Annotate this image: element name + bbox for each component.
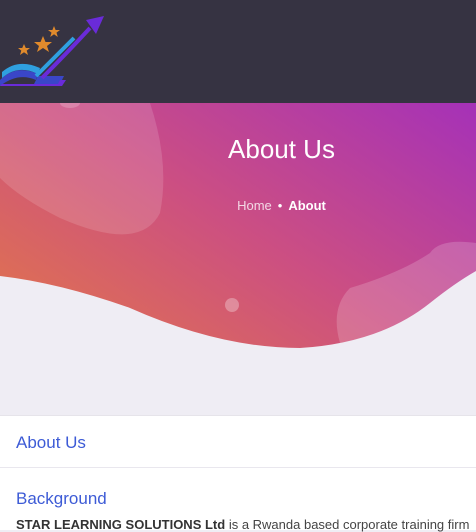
page-title: About Us <box>228 134 335 164</box>
about-section-title: About Us <box>16 433 86 452</box>
background-heading: Background <box>16 489 107 508</box>
top-navbar <box>0 0 476 103</box>
breadcrumb: Home • About <box>0 198 476 213</box>
background-text: is a Rwanda based corporate training fir… <box>225 517 470 532</box>
background-paragraph: STAR LEARNING SOLUTIONS Ltd is a Rwanda … <box>16 517 476 532</box>
section-divider <box>0 467 476 468</box>
company-name: STAR LEARNING SOLUTIONS Ltd <box>16 517 226 532</box>
breadcrumb-current: About <box>288 198 326 213</box>
breadcrumb-separator: • <box>277 198 283 213</box>
page-hero-banner: About Us Home • About <box>0 103 476 415</box>
breadcrumb-home-link[interactable]: Home <box>237 198 272 213</box>
about-content-card: About Us Background STAR LEARNING SOLUTI… <box>0 415 476 532</box>
star-learning-logo-icon[interactable] <box>0 14 106 90</box>
